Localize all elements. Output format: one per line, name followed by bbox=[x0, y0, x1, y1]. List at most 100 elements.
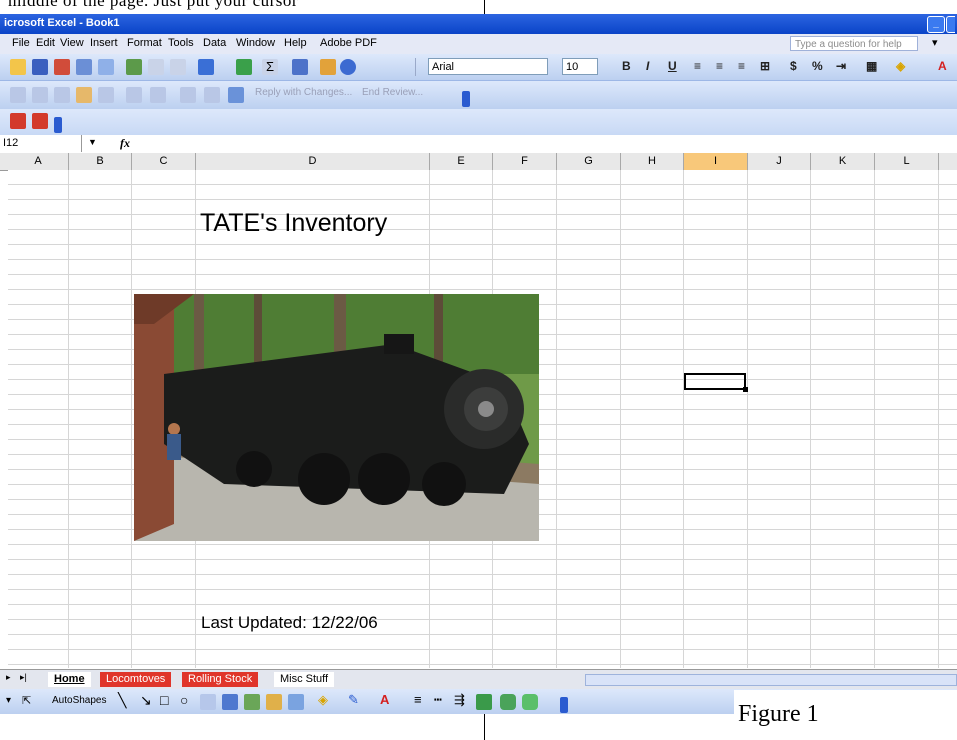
font-name-select[interactable]: Arial bbox=[428, 58, 548, 75]
column-header-l[interactable]: L bbox=[875, 153, 939, 170]
spelling-icon[interactable] bbox=[126, 59, 142, 75]
shadow-icon[interactable] bbox=[476, 694, 492, 710]
chart-wizard-icon[interactable] bbox=[320, 59, 336, 75]
print-preview-icon[interactable] bbox=[98, 59, 114, 75]
hyperlink-icon[interactable] bbox=[236, 59, 252, 75]
menu-format[interactable]: Format bbox=[127, 37, 162, 49]
copy-icon[interactable] bbox=[170, 59, 186, 75]
3d-icon[interactable] bbox=[500, 694, 516, 710]
locomotive-photo[interactable] bbox=[134, 294, 539, 541]
end-review-button[interactable]: End Review... bbox=[362, 87, 423, 98]
tab-misc-stuff[interactable]: Misc Stuff bbox=[274, 672, 335, 687]
review-icon-8[interactable] bbox=[180, 87, 196, 103]
first-sheet-icon[interactable]: ▸ bbox=[6, 672, 11, 683]
name-box-dropdown-icon[interactable]: ▼ bbox=[88, 137, 97, 147]
menu-help[interactable]: Help bbox=[284, 37, 307, 49]
new-icon[interactable] bbox=[10, 59, 26, 75]
font-color-icon[interactable]: A bbox=[938, 59, 947, 73]
align-left-icon[interactable]: ≡ bbox=[694, 59, 701, 73]
menu-insert[interactable]: Insert bbox=[90, 37, 118, 49]
line-icon[interactable]: ╲ bbox=[118, 692, 126, 709]
align-right-icon[interactable]: ≡ bbox=[738, 59, 745, 73]
underline-icon[interactable]: U bbox=[668, 59, 677, 73]
currency-icon[interactable]: $ bbox=[790, 59, 797, 73]
help-search-input[interactable]: Type a question for help bbox=[790, 36, 918, 51]
font-size-select[interactable]: 10 bbox=[562, 58, 598, 75]
clipart-icon[interactable] bbox=[266, 694, 282, 710]
column-header-e[interactable]: E bbox=[430, 153, 493, 170]
pdf-toolbar-options-icon[interactable] bbox=[54, 117, 62, 133]
fx-icon[interactable]: fx bbox=[120, 136, 130, 151]
review-icon-6[interactable] bbox=[126, 87, 142, 103]
wordart-icon[interactable] bbox=[222, 694, 238, 710]
rectangle-icon[interactable]: □ bbox=[160, 692, 168, 708]
draw-menu-icon[interactable]: ▾ bbox=[6, 695, 11, 706]
next-sheet-icon[interactable]: ▸| bbox=[20, 672, 27, 683]
print-icon[interactable] bbox=[76, 59, 92, 75]
review-icon-3[interactable] bbox=[54, 87, 70, 103]
cut-icon[interactable] bbox=[148, 59, 164, 75]
menu-data[interactable]: Data bbox=[203, 37, 226, 49]
column-header-h[interactable]: H bbox=[621, 153, 684, 170]
review-icon-7[interactable] bbox=[150, 87, 166, 103]
menu-view[interactable]: View bbox=[60, 37, 84, 49]
reply-with-changes-button[interactable]: Reply with Changes... bbox=[255, 87, 352, 98]
increase-indent-icon[interactable]: ⇥ bbox=[836, 59, 846, 73]
review-icon-10[interactable] bbox=[228, 87, 244, 103]
column-header-j[interactable]: J bbox=[748, 153, 811, 170]
autosum-icon[interactable]: Σ bbox=[262, 59, 278, 75]
menu-adobe-pdf[interactable]: Adobe PDF bbox=[320, 37, 377, 49]
review-icon-1[interactable] bbox=[10, 87, 26, 103]
dash-style-icon[interactable]: ┅ bbox=[434, 692, 442, 708]
menu-edit[interactable]: Edit bbox=[36, 37, 55, 49]
tab-rolling-stock[interactable]: Rolling Stock bbox=[182, 672, 259, 687]
picture-icon[interactable] bbox=[288, 694, 304, 710]
column-header-i[interactable]: I bbox=[684, 153, 748, 170]
review-icon-2[interactable] bbox=[32, 87, 48, 103]
arrow-icon[interactable]: ↘ bbox=[140, 692, 152, 709]
italic-icon[interactable]: I bbox=[646, 59, 649, 73]
minimize-button[interactable]: _ bbox=[927, 16, 945, 33]
column-header-c[interactable]: C bbox=[132, 153, 196, 170]
review-icon-9[interactable] bbox=[204, 87, 220, 103]
select-objects-icon[interactable]: ⇱ bbox=[22, 694, 31, 707]
column-header-a[interactable]: A bbox=[8, 153, 69, 170]
help-dropdown-icon[interactable]: ▾ bbox=[932, 36, 938, 49]
line-color-icon[interactable]: ✎ bbox=[348, 692, 359, 708]
tab-home[interactable]: Home bbox=[48, 672, 91, 687]
autoshapes-button[interactable]: AutoShapes bbox=[52, 695, 107, 706]
percent-icon[interactable]: % bbox=[812, 59, 823, 73]
line-style-icon[interactable]: ≡ bbox=[414, 692, 422, 707]
borders-icon[interactable]: ▦ bbox=[866, 59, 877, 73]
menu-file[interactable]: File bbox=[12, 37, 30, 49]
oval-icon[interactable]: ○ bbox=[180, 692, 188, 708]
fill-color-icon[interactable]: ◈ bbox=[896, 59, 905, 73]
column-header-d[interactable]: D bbox=[196, 153, 430, 170]
sort-ascending-icon[interactable] bbox=[292, 59, 308, 75]
fill-color-draw-icon[interactable]: ◈ bbox=[318, 692, 328, 708]
column-header-g[interactable]: G bbox=[557, 153, 621, 170]
draw-toolbar-options-icon[interactable] bbox=[560, 697, 568, 713]
menu-window[interactable]: Window bbox=[236, 37, 275, 49]
toolbar-options-icon[interactable] bbox=[462, 91, 470, 107]
menu-tools[interactable]: Tools bbox=[168, 37, 194, 49]
convert-to-pdf-icon[interactable] bbox=[10, 113, 26, 129]
active-cell-i12[interactable] bbox=[684, 373, 748, 392]
textbox-icon[interactable] bbox=[200, 694, 216, 710]
font-color-draw-icon[interactable]: A bbox=[380, 692, 389, 707]
align-center-icon[interactable]: ≡ bbox=[716, 59, 723, 73]
bold-icon[interactable]: B bbox=[622, 59, 631, 73]
save-icon[interactable] bbox=[32, 59, 48, 75]
review-icon-4[interactable] bbox=[76, 87, 92, 103]
help-icon[interactable] bbox=[340, 59, 356, 75]
column-header-f[interactable]: F bbox=[493, 153, 557, 170]
column-header-k[interactable]: K bbox=[811, 153, 875, 170]
maximize-button[interactable] bbox=[946, 16, 955, 33]
review-icon-5[interactable] bbox=[98, 87, 114, 103]
column-header-b[interactable]: B bbox=[69, 153, 132, 170]
undo-icon[interactable] bbox=[198, 59, 214, 75]
diagram-icon[interactable] bbox=[244, 694, 260, 710]
tab-locomtoves[interactable]: Locomtoves bbox=[100, 672, 172, 687]
horizontal-scrollbar[interactable] bbox=[585, 674, 957, 686]
convert-and-email-icon[interactable] bbox=[32, 113, 48, 129]
